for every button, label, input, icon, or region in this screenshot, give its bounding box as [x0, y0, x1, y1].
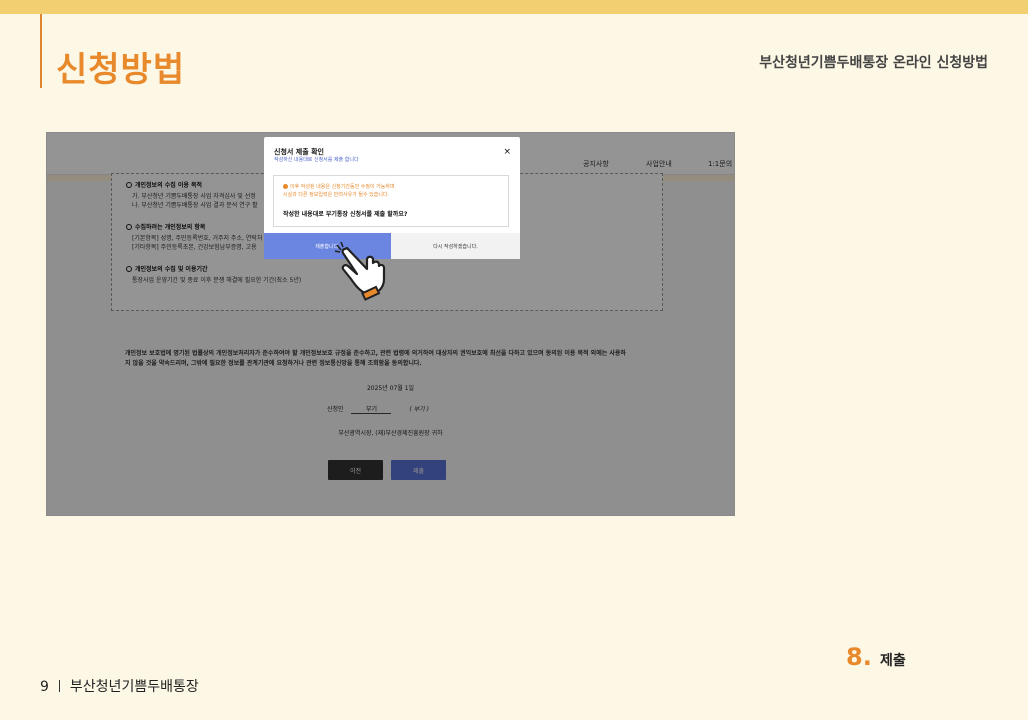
page-title: 신청방법	[56, 50, 186, 90]
modal-subtitle: 작성하신 내용대로 신청서를 제출 합니다	[274, 157, 359, 163]
footer: 9 부산청년기쁨두배통장	[40, 676, 199, 696]
footer-name: 부산청년기쁨두배통장	[69, 679, 199, 695]
modal-message-box: 이후 작성된 내용은 신청기간동안 수정이 가능하며 시실과 다른 정보입력은 …	[273, 175, 509, 227]
application-screenshot: 공지사항 사업안내 1:1문의 개인정보의 수집 이용 목적 가. 부산청년 기…	[46, 132, 735, 516]
pointing-hand-icon	[335, 241, 386, 301]
header-subtitle: 부산청년기쁨두배통장 온라인 신청방법	[759, 55, 988, 71]
rewrite-button[interactable]: 다시 작성하겠습니다.	[391, 233, 520, 259]
step-number: 8.	[846, 643, 872, 671]
title-accent-bar	[40, 14, 42, 88]
close-icon[interactable]: ×	[503, 148, 511, 157]
modal-question: 작성한 내용대로 부기통장 신청서를 제출 할까요?	[283, 211, 408, 218]
page-number: 9	[40, 679, 49, 695]
footer-divider	[58, 680, 60, 692]
warning-icon	[283, 184, 288, 189]
top-band	[0, 0, 1028, 14]
step-label: 제출	[880, 653, 906, 669]
warning-text: 이후 작성된 내용은 신청기간동안 수정이 가능하며 시실과 다른 정보입력은 …	[283, 184, 395, 198]
